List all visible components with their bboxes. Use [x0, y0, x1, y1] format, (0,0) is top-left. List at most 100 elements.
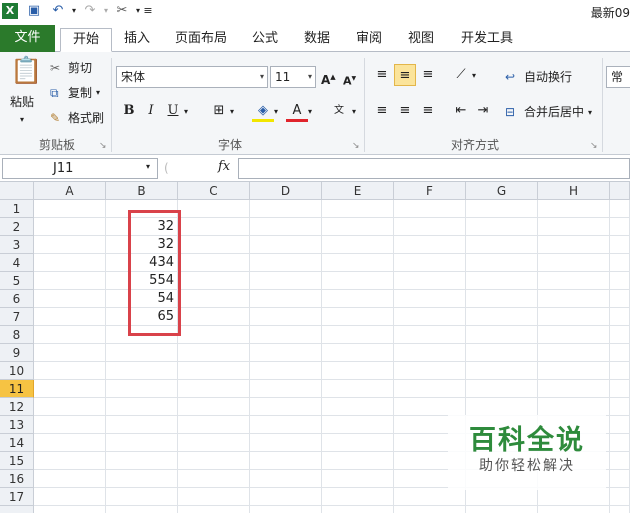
fill-color-icon[interactable]: ◈ [252, 100, 274, 122]
grid-cell[interactable] [250, 380, 322, 398]
format-painter-button[interactable]: 格式刷 [68, 110, 104, 126]
wrap-text-button[interactable]: 自动换行 [524, 69, 572, 85]
decrease-indent-icon[interactable]: ⇤ [450, 100, 472, 122]
tools-icon[interactable]: ✂ [114, 3, 130, 19]
phonetic-icon[interactable]: 文 [328, 100, 350, 122]
grid-cell[interactable] [178, 308, 250, 326]
grid-cell[interactable] [250, 362, 322, 380]
grid-cell[interactable] [394, 236, 466, 254]
grid-cell[interactable] [322, 506, 394, 513]
grid-cell[interactable] [394, 200, 466, 218]
grid-cell[interactable] [322, 416, 394, 434]
grid-cell[interactable] [322, 488, 394, 506]
grid-cell[interactable] [394, 272, 466, 290]
grid-cell[interactable] [250, 398, 322, 416]
grid-cell[interactable] [178, 254, 250, 272]
grid-cell[interactable] [178, 416, 250, 434]
grid-cell[interactable] [178, 290, 250, 308]
insert-function-button[interactable]: fx [218, 159, 230, 174]
row-header[interactable]: 8 [0, 326, 34, 344]
tab-data[interactable]: 数据 [298, 28, 336, 52]
cut-button[interactable]: 剪切 [68, 60, 92, 76]
tab-file[interactable]: 文件 [0, 25, 55, 52]
row-header-selected[interactable]: 11 [0, 380, 34, 398]
grid-cell[interactable] [466, 362, 538, 380]
grid-cell[interactable] [538, 236, 610, 254]
grid-cell[interactable] [178, 452, 250, 470]
grid-cell[interactable] [178, 218, 250, 236]
grid-cell[interactable] [250, 308, 322, 326]
grid-cell[interactable] [178, 236, 250, 254]
paste-dropdown-icon[interactable]: ▾ [20, 112, 24, 128]
grid-cell[interactable] [34, 308, 106, 326]
grid-cell[interactable] [322, 272, 394, 290]
grid-cell[interactable] [106, 506, 178, 513]
paste-button[interactable]: 粘贴 [10, 94, 34, 110]
underline-button[interactable]: U [162, 100, 184, 122]
grid-cell[interactable] [610, 362, 630, 380]
row-header[interactable]: 12 [0, 398, 34, 416]
grid-cell[interactable] [610, 326, 630, 344]
copy-button[interactable]: 复制 [68, 85, 92, 101]
grid-cell[interactable] [466, 506, 538, 513]
grid-cell[interactable] [250, 488, 322, 506]
grid-cell[interactable] [538, 362, 610, 380]
customize-qat-icon[interactable]: ≡ [140, 3, 156, 19]
row-header[interactable] [0, 506, 34, 513]
phonetic-dropdown-icon[interactable]: ▾ [352, 104, 356, 120]
grid-cell[interactable] [250, 272, 322, 290]
grid-cell[interactable] [322, 290, 394, 308]
grid-cell[interactable] [250, 236, 322, 254]
grid-cell[interactable] [34, 470, 106, 488]
paste-icon[interactable]: 📋 [10, 56, 42, 86]
align-top-icon[interactable]: ≡ [371, 64, 393, 86]
grid-cell[interactable] [178, 434, 250, 452]
grid-cell[interactable] [34, 218, 106, 236]
grid-cell[interactable] [538, 200, 610, 218]
row-header[interactable]: 13 [0, 416, 34, 434]
column-header-h[interactable]: H [538, 182, 610, 200]
grid-cell[interactable] [34, 434, 106, 452]
grid-cell[interactable] [538, 308, 610, 326]
column-header-e[interactable]: E [322, 182, 394, 200]
grid-cell[interactable] [322, 254, 394, 272]
font-color-dropdown-icon[interactable]: ▾ [308, 104, 312, 120]
grid-cell[interactable] [322, 200, 394, 218]
grid-cell[interactable] [322, 362, 394, 380]
font-color-icon[interactable]: A [286, 100, 308, 122]
grid-cell[interactable] [106, 380, 178, 398]
grid-cell[interactable] [34, 344, 106, 362]
grid-cell[interactable] [250, 434, 322, 452]
grid-cell[interactable] [466, 236, 538, 254]
row-header[interactable]: 2 [0, 218, 34, 236]
grid-cell[interactable] [610, 416, 630, 434]
grid-cell[interactable] [178, 506, 250, 513]
redo-dropdown-icon[interactable]: ▾ [98, 3, 114, 19]
grid-cell[interactable] [34, 506, 106, 513]
borders-dropdown-icon[interactable]: ▾ [230, 104, 234, 120]
grid-cell[interactable] [538, 254, 610, 272]
row-header[interactable]: 5 [0, 272, 34, 290]
copy-dropdown-icon[interactable]: ▾ [96, 85, 100, 101]
grid-cell[interactable] [610, 236, 630, 254]
grid-cell[interactable] [34, 452, 106, 470]
borders-icon[interactable]: ⊞ [208, 100, 230, 122]
grid-cell[interactable] [610, 254, 630, 272]
grid-cell[interactable] [394, 290, 466, 308]
grow-font-icon[interactable]: A▲ [321, 69, 336, 88]
row-header[interactable]: 4 [0, 254, 34, 272]
column-header-i[interactable] [610, 182, 630, 200]
row-header[interactable]: 6 [0, 290, 34, 308]
name-box[interactable]: J11 [2, 158, 158, 179]
grid-cell[interactable] [610, 344, 630, 362]
column-header-d[interactable]: D [250, 182, 322, 200]
merge-center-button[interactable]: 合并后居中 [524, 104, 584, 120]
clipboard-launcher-icon[interactable]: ↘ [99, 138, 107, 154]
grid-cell[interactable] [538, 488, 610, 506]
grid-cell[interactable] [538, 398, 610, 416]
grid-cell[interactable] [394, 344, 466, 362]
grid-cell[interactable] [106, 452, 178, 470]
grid-cell[interactable] [538, 506, 610, 513]
grid-cell[interactable] [322, 218, 394, 236]
grid-cell[interactable] [178, 326, 250, 344]
